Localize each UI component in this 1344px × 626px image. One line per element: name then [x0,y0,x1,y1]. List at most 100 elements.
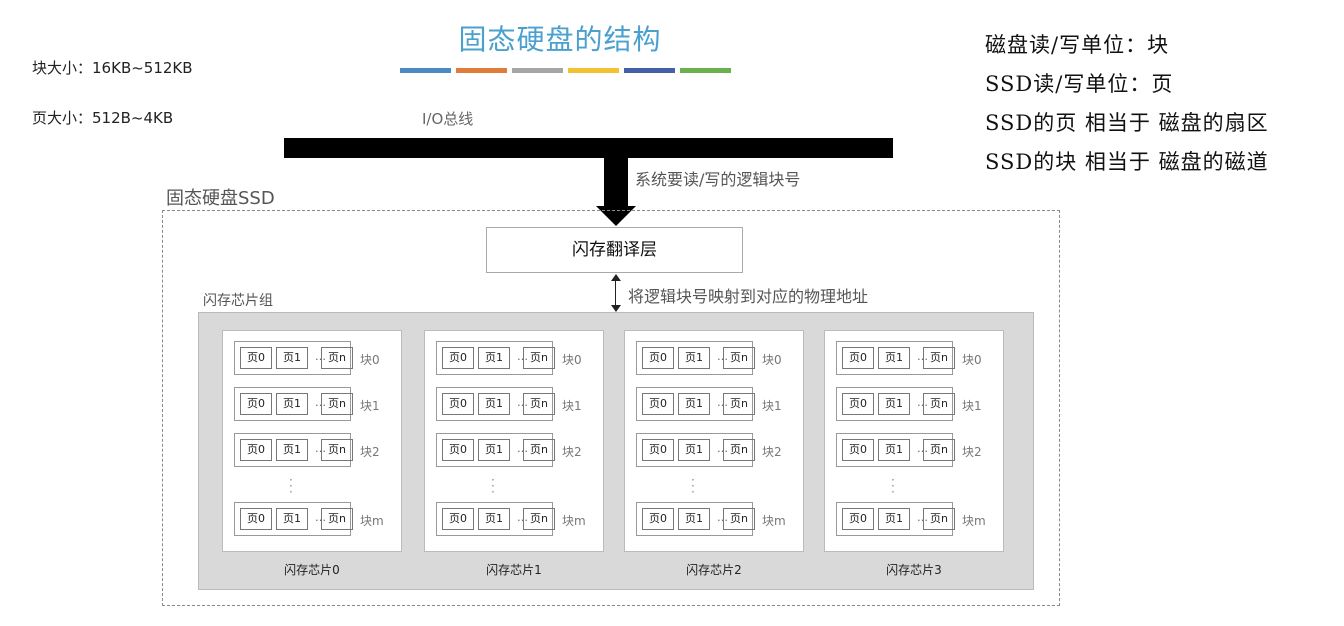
title-color-bar [456,68,507,73]
flash-chip-label: 闪存芯片3 [886,563,942,577]
flash-block: 页0 页1 页n… [436,341,555,375]
page-ellipsis: … [917,442,928,455]
flash-block: 页0 页1 页n… [636,433,755,467]
flash-page: 页1 [678,508,710,530]
flash-page: 页0 [442,439,474,461]
page-ellipsis: … [717,442,728,455]
title-color-bar [400,68,451,73]
block-label: 块m [962,514,986,528]
diagram-title: 固态硬盘的结构 [458,23,662,56]
flash-chip: 页0 页1 页n… 块0 页0 页1 页n… 块1 页0 页1 页n… 块2 页0 页1 页n… 块m · · · [424,330,604,552]
flash-block: 页0 页1 页n… [234,341,353,375]
block-label: 块m [360,514,384,528]
page-ellipsis: … [315,511,326,524]
page-size-note: 页大小：512B~4KB [32,107,173,128]
flash-chip: 页0 页1 页n… 块0 页0 页1 页n… 块1 页0 页1 页n… 块2 页0 页1 页n… 块m · · · [824,330,1004,552]
page-ellipsis: … [315,396,326,409]
io-bus-label: I/O总线 [422,110,474,128]
flash-page: 页0 [442,347,474,369]
block-vertical-ellipsis: · · · [491,473,495,499]
flash-page: 页0 [240,508,272,530]
title-color-bar [512,68,563,73]
block-vertical-ellipsis: · · · [891,473,895,499]
block-label: 块0 [762,353,782,367]
block-vertical-ellipsis: · · · [289,473,293,499]
page-ellipsis: … [917,350,928,363]
flash-block: 页0 页1 页n… [636,341,755,375]
flash-chip: 页0 页1 页n… 块0 页0 页1 页n… 块1 页0 页1 页n… 块2 页0 页1 页n… 块m · · · [222,330,402,552]
page-ellipsis: … [917,511,928,524]
flash-page: 页0 [442,508,474,530]
flash-block: 页0 页1 页n… [636,387,755,421]
chip-group-label: 闪存芯片组 [203,293,273,309]
block-label: 块2 [562,445,582,459]
page-ellipsis: … [717,350,728,363]
comparison-notes: 磁盘读/写单位：块 SSD读/写单位：页 SSD的页 相当于 磁盘的扇区 SSD… [985,26,1269,182]
flash-block: 页0 页1 页n… [836,341,955,375]
flash-page: 页1 [276,508,308,530]
flash-page: 页1 [678,347,710,369]
flash-page: 页0 [240,439,272,461]
page-ellipsis: … [517,350,528,363]
block-label: 块2 [962,445,982,459]
flash-page: 页1 [878,347,910,369]
flash-page: 页0 [842,393,874,415]
note-disk-unit: 磁盘读/写单位：块 [985,33,1170,57]
title-color-bar [568,68,619,73]
flash-page: 页0 [842,508,874,530]
page-ellipsis: … [517,396,528,409]
flash-page: 页1 [478,393,510,415]
block-label: 块m [762,514,786,528]
flash-block: 页0 页1 页n… [836,387,955,421]
flash-page: 页0 [240,393,272,415]
flash-chip: 页0 页1 页n… 块0 页0 页1 页n… 块1 页0 页1 页n… 块2 页0 页1 页n… 块m · · · [624,330,804,552]
mapping-arrow-down [611,305,621,312]
flash-page: 页0 [642,393,674,415]
block-label: 块1 [562,399,582,413]
block-vertical-ellipsis: · · · [691,473,695,499]
flash-page: 页0 [842,347,874,369]
page-ellipsis: … [517,511,528,524]
note-ssd-unit: SSD读/写单位：页 [985,72,1174,96]
block-label: 块1 [360,399,380,413]
block-size-note: 块大小：16KB~512KB [32,57,193,78]
flash-page: 页1 [678,393,710,415]
flash-page: 页1 [878,508,910,530]
flash-page: 页1 [478,508,510,530]
flash-page: 页1 [678,439,710,461]
flash-block: 页0 页1 页n… [234,433,353,467]
page-ellipsis: … [917,396,928,409]
page-ellipsis: … [717,396,728,409]
flash-block: 页0 页1 页n… [436,502,555,536]
mapping-label: 将逻辑块号映射到对应的物理地址 [628,287,869,306]
flash-page: 页1 [478,439,510,461]
flash-page: 页1 [878,439,910,461]
block-label: 块1 [762,399,782,413]
request-arrow-shaft [604,156,628,209]
page-size-value: 512B~4KB [92,109,174,127]
block-label: 块0 [562,353,582,367]
block-size-value: 16KB~512KB [92,59,193,77]
block-label: 块0 [360,353,380,367]
flash-page: 页0 [642,347,674,369]
page-ellipsis: … [717,511,728,524]
flash-block: 页0 页1 页n… [436,387,555,421]
flash-page: 页0 [642,508,674,530]
flash-block: 页0 页1 页n… [836,502,955,536]
flash-page: 页1 [276,347,308,369]
flash-chip-label: 闪存芯片0 [284,563,340,577]
block-size-label: 块大小： [32,59,93,77]
title-color-bar [680,68,731,73]
request-label: 系统要读/写的逻辑块号 [635,170,801,189]
flash-block: 页0 页1 页n… [636,502,755,536]
flash-chip-label: 闪存芯片1 [486,563,542,577]
flash-block: 页0 页1 页n… [836,433,955,467]
page-size-label: 页大小： [32,109,93,127]
page-ellipsis: … [315,350,326,363]
flash-page: 页0 [240,347,272,369]
title-color-bar [624,68,675,73]
flash-page: 页0 [642,439,674,461]
flash-page: 页1 [276,393,308,415]
flash-page: 页1 [276,439,308,461]
block-label: 块2 [762,445,782,459]
